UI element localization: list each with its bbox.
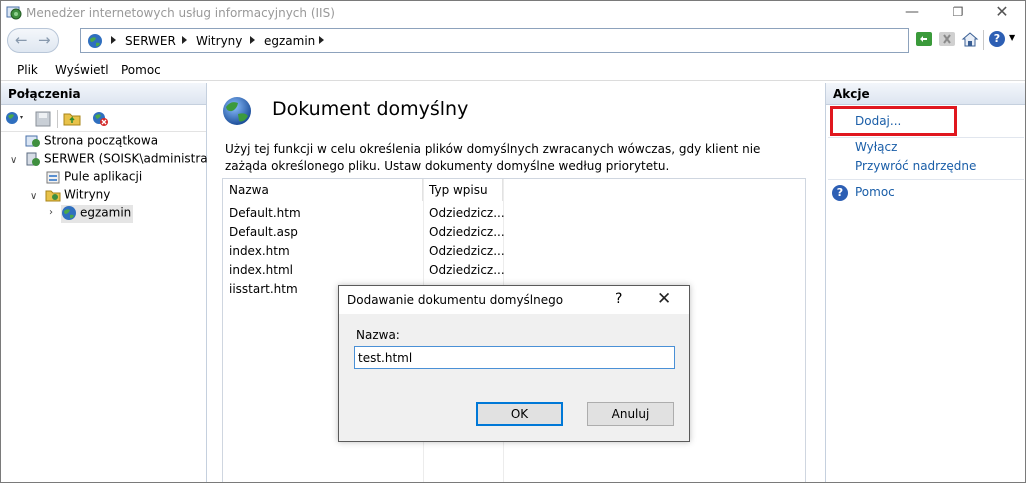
breadcrumb-sites[interactable]: Witryny (196, 34, 242, 48)
tree-item-app-pools[interactable]: Pule aplikacji (45, 169, 142, 187)
entry-type: Odziedzicz... (429, 244, 505, 258)
tree-item-sites[interactable]: Witryny (45, 187, 110, 205)
add-default-document-dialog: Dodawanie dokumentu domyślnego ? ✕ Nazwa… (338, 285, 690, 442)
cancel-button[interactable]: Anuluj (587, 402, 674, 426)
entry-type: Odziedzicz... (429, 263, 505, 277)
action-separator (828, 137, 1024, 138)
action-disable[interactable]: Wyłącz (855, 140, 897, 154)
back-forward-buttons: ← → (7, 28, 59, 53)
refresh-icon[interactable] (915, 31, 933, 47)
dialog-help-button[interactable]: ? (615, 291, 622, 307)
chevron-down-icon: ▼ (1009, 33, 1016, 42)
breadcrumb-separator-icon (319, 36, 324, 44)
sites-folder-icon (45, 190, 61, 202)
up-folder-icon[interactable] (63, 110, 81, 126)
chevron-down-icon[interactable]: ∨ (10, 155, 17, 166)
breadcrumb-separator-icon (250, 36, 255, 44)
document-name: iisstart.htm (229, 282, 298, 296)
disconnect-icon[interactable] (91, 110, 109, 127)
chevron-right-icon[interactable]: › (49, 207, 53, 218)
chevron-down-icon[interactable]: ∨ (30, 191, 37, 202)
connect-icon[interactable] (5, 110, 25, 126)
name-label: Nazwa: (356, 328, 400, 342)
document-name: index.htm (229, 244, 290, 258)
iis-manager-window: Menedżer internetowych usług informacyjn… (0, 0, 1026, 483)
breadcrumb-server[interactable]: SERWER (125, 34, 176, 48)
tree-label: SERWER (SOISK\administrator) (44, 151, 230, 166)
connections-toolbar (1, 106, 206, 132)
action-revert-to-parent[interactable]: Przywróć nadrzędne (855, 159, 976, 173)
dialog-title: Dodawanie dokumentu domyślnego (347, 293, 564, 307)
back-arrow-icon[interactable]: ← (15, 31, 28, 49)
column-header-name[interactable]: Nazwa (223, 179, 423, 201)
connections-pane: Połączenia Strona początkowa ∨ SERWER (S… (1, 83, 229, 482)
tree-label: Strona początkowa (44, 133, 159, 148)
navigation-bar: ← → SERWER Witryny egzamin ? ▼ (1, 25, 1025, 57)
help-icon: ? (832, 185, 848, 201)
menu-bar: Plik Wyświetl Pomoc (1, 59, 1025, 81)
stop-icon[interactable] (938, 31, 956, 47)
tree-item-egzamin[interactable]: egzamin (61, 205, 134, 223)
name-input[interactable] (354, 346, 675, 369)
home-icon[interactable] (961, 31, 979, 47)
actions-pane: Akcje Dodaj... Wyłącz Przywróć nadrzędne… (825, 83, 1025, 482)
app-pools-icon (46, 171, 60, 184)
globe-icon (223, 97, 251, 125)
document-name: index.html (229, 263, 293, 277)
tree-item-start-page[interactable]: Strona początkowa (25, 133, 158, 151)
dialog-title-bar: Dodawanie dokumentu domyślnego ? ✕ (339, 286, 689, 314)
action-help[interactable]: Pomoc (855, 185, 895, 199)
feature-description: Użyj tej funkcji w celu określenia plikó… (225, 142, 761, 173)
toolbar-separator (983, 30, 984, 50)
save-icon[interactable] (35, 111, 51, 127)
breadcrumb-separator-icon (182, 36, 187, 44)
entry-type: Odziedzicz... (429, 206, 505, 220)
tree-label: Witryny (64, 187, 111, 202)
toolbar-separator (57, 110, 58, 128)
menu-view[interactable]: Wyświetl (55, 63, 109, 77)
action-separator (828, 179, 1024, 180)
globe-icon (88, 34, 102, 48)
window-title: Menedżer internetowych usług informacyjn… (26, 6, 335, 20)
entry-type: Odziedzicz... (429, 225, 505, 239)
document-name: Default.htm (229, 206, 301, 220)
tree-item-server[interactable]: SERWER (SOISK\administrator) (25, 151, 229, 169)
start-page-icon (25, 135, 40, 147)
menu-file[interactable]: Plik (17, 63, 38, 77)
close-icon[interactable]: ✕ (657, 289, 671, 309)
breadcrumb-egzamin[interactable]: egzamin (264, 34, 315, 48)
column-header-entry-type[interactable]: Typ wpisu (423, 179, 503, 201)
connections-header: Połączenia (1, 83, 206, 105)
title-bar: Menedżer internetowych usług informacyjn… (1, 1, 1025, 25)
tree-label: Pule aplikacji (64, 169, 143, 184)
restore-button[interactable]: ❐ (935, 1, 981, 25)
actions-header: Akcje (826, 83, 1025, 105)
page-title: Dokument domyślny (272, 98, 469, 120)
close-window-button[interactable]: ✕ (979, 1, 1025, 25)
document-name: Default.asp (229, 225, 298, 239)
ok-button[interactable]: OK (476, 402, 563, 426)
iis-app-icon (6, 6, 22, 20)
address-bar[interactable]: SERWER Witryny egzamin (80, 28, 909, 53)
menu-help[interactable]: Pomoc (121, 63, 161, 77)
minimize-button[interactable]: — (889, 1, 935, 25)
tree-label: egzamin (80, 205, 132, 220)
forward-arrow-icon[interactable]: → (38, 31, 51, 49)
help-dropdown[interactable]: ? ▼ (989, 30, 1019, 50)
globe-icon (62, 206, 76, 220)
server-icon (26, 152, 40, 166)
highlight-box (830, 106, 957, 136)
breadcrumb-separator-icon (111, 36, 116, 44)
help-icon: ? (989, 31, 1005, 47)
